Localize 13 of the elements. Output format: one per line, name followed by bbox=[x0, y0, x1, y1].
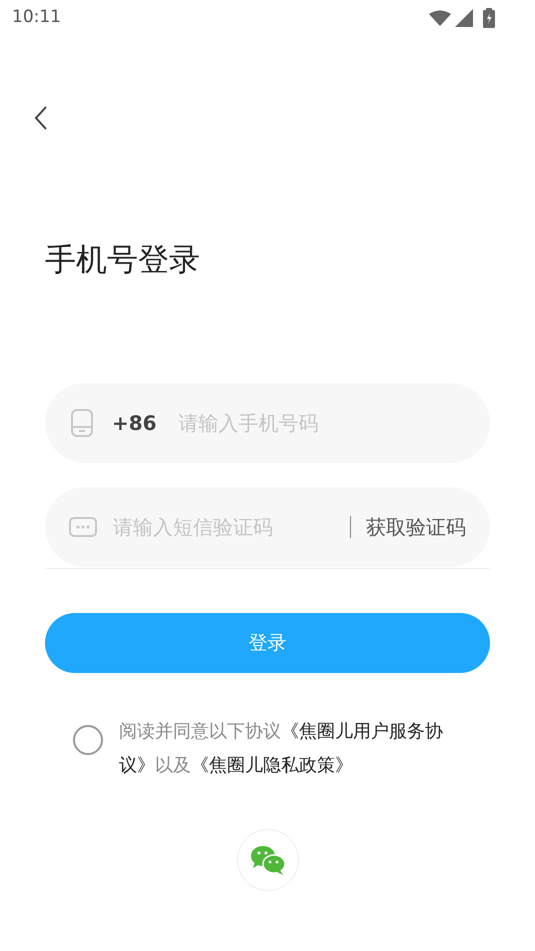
signal-icon bbox=[455, 9, 473, 27]
country-code[interactable]: +86 bbox=[112, 408, 157, 438]
page-title: 手机号登录 bbox=[45, 241, 201, 280]
get-code-button[interactable]: 获取验证码 bbox=[366, 512, 466, 542]
phone-icon bbox=[71, 409, 93, 437]
chat-bubbles-icon bbox=[250, 845, 286, 875]
agreement-checkbox[interactable] bbox=[73, 725, 103, 755]
message-icon bbox=[69, 517, 97, 537]
back-icon[interactable] bbox=[34, 106, 48, 130]
agreement-text: 阅读并同意以下协议《焦圈儿用户服务协议》以及《焦圈儿隐私政策》 bbox=[119, 720, 444, 778]
status-time: 10:11 bbox=[12, 6, 61, 30]
battery-icon bbox=[483, 8, 495, 28]
wifi-icon bbox=[429, 10, 451, 26]
